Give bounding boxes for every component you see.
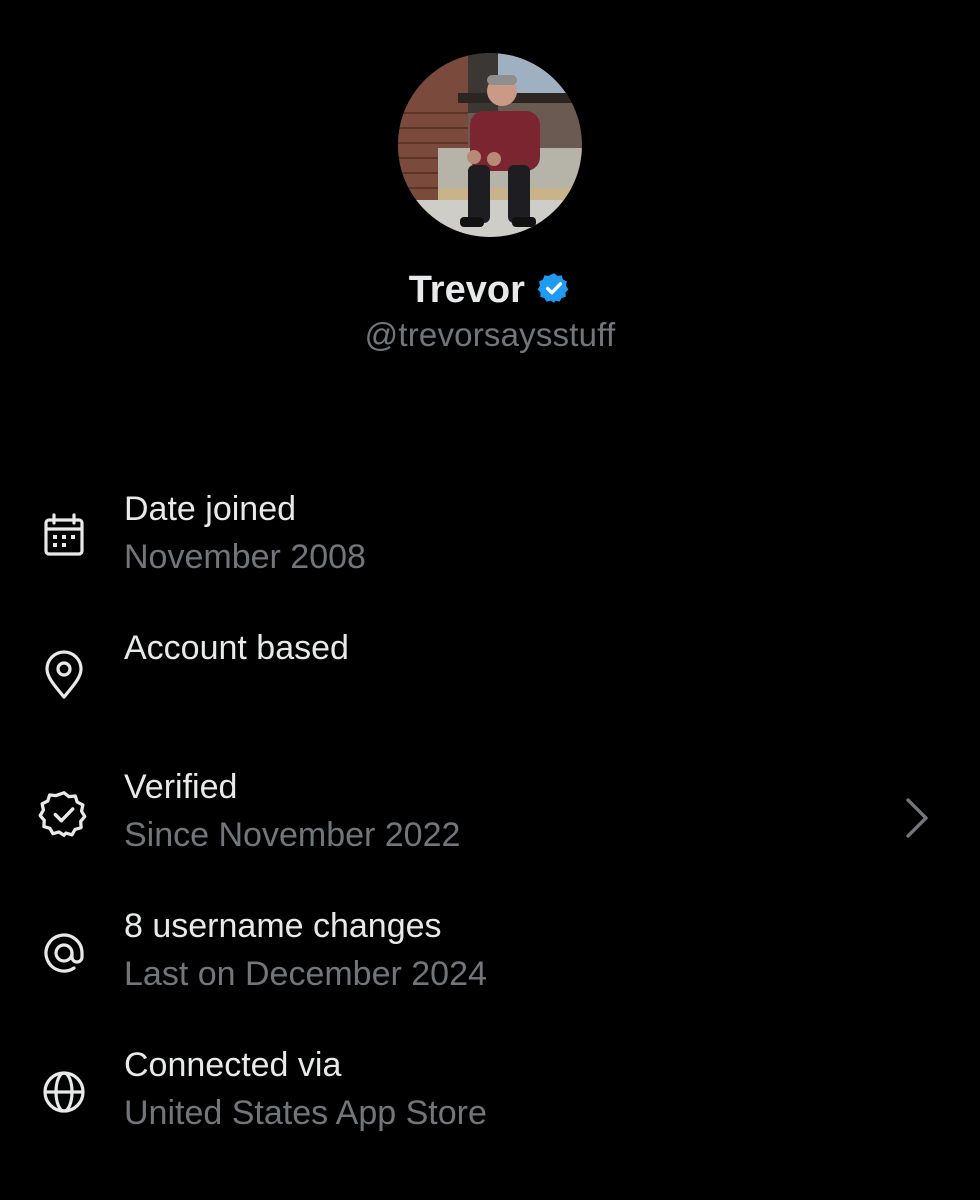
info-title: Date joined <box>124 490 297 528</box>
username-handle: @trevorsaysstuff <box>364 316 616 353</box>
info-row-account-based: Account based <box>0 609 980 748</box>
verified-badge-icon[interactable] <box>537 271 571 305</box>
display-name: Trevor <box>408 269 525 311</box>
avatar[interactable] <box>398 53 582 237</box>
verified-badge-outline-icon <box>38 788 90 840</box>
info-row-connected-via: Connected via United States App Store <box>0 1026 980 1165</box>
info-row-date-joined: Date joined November 2008 <box>0 470 980 609</box>
info-subtitle: Since November 2022 <box>124 816 461 854</box>
calendar-icon <box>38 510 90 562</box>
account-info-list: Date joined November 2008 Account based … <box>0 470 980 1165</box>
info-subtitle: United States App Store <box>124 1094 487 1132</box>
info-title: Connected via <box>124 1046 342 1084</box>
info-row-username-changes: 8 username changes Last on December 2024 <box>0 887 980 1026</box>
info-title: Account based <box>124 629 349 667</box>
chevron-right-icon[interactable] <box>902 796 932 840</box>
at-sign-icon <box>38 927 90 979</box>
info-title: 8 username changes <box>124 907 442 945</box>
location-pin-icon <box>38 649 90 701</box>
info-subtitle: Last on December 2024 <box>124 955 487 993</box>
info-subtitle: November 2008 <box>124 538 366 576</box>
profile-header: Trevor @trevorsaysstuff <box>0 0 980 400</box>
name-row: Trevor <box>0 264 980 316</box>
globe-icon <box>38 1066 90 1118</box>
info-row-verified[interactable]: Verified Since November 2022 <box>0 748 980 887</box>
info-title: Verified <box>124 768 238 806</box>
avatar-photo <box>398 53 582 237</box>
